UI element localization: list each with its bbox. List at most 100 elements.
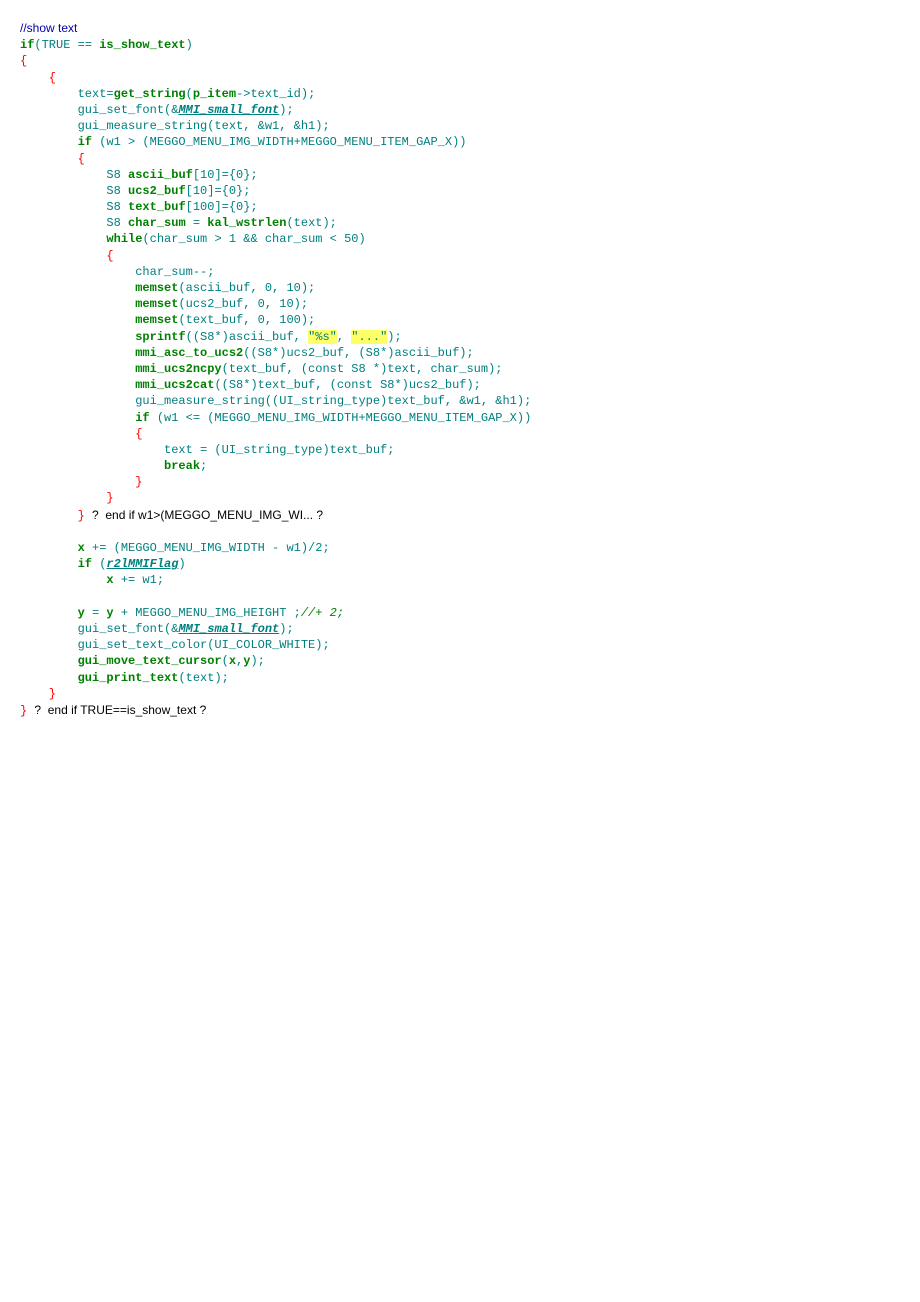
code-text [20,346,135,360]
keyword-if: if [135,411,149,425]
brace: } [20,475,142,489]
code-text: S8 [20,168,128,182]
brace: } [20,491,114,505]
code-text [20,671,78,685]
code-text [20,313,135,327]
code-text: (text_buf, (const S8 *)text, char_sum); [222,362,503,376]
code-text: gui_set_text_color(UI_COLOR_WHITE); [20,638,330,652]
code-text: (w1 <= (MEGGO_MENU_IMG_WIDTH+MEGGO_MENU_… [150,411,532,425]
fold-marker: ? end if TRUE==is_show_text ? [34,703,206,717]
brace: { [20,54,27,68]
var-decl: char_sum [128,216,186,230]
code-text: (char_sum > 1 && char_sum < 50) [142,232,365,246]
identifier: x [106,573,113,587]
func-call: memset [135,297,178,311]
code-text [20,362,135,376]
code-text: text = (UI_string_type)text_buf; [20,443,394,457]
var-decl: ucs2_buf [128,184,186,198]
code-text: [100]={0}; [186,200,258,214]
code-text [20,135,78,149]
macro: MMI_small_font [178,103,279,117]
code-text: gui_measure_string((UI_string_type)text_… [20,394,531,408]
code-text: gui_measure_string(text, &w1, &h1); [20,119,330,133]
brace: { [20,427,142,441]
keyword-if: if [78,135,92,149]
code-text [20,541,78,555]
keyword-if: if [78,557,92,571]
string-literal: "..." [351,330,387,344]
code-text: += w1; [114,573,164,587]
brace: } [20,704,34,718]
code-text: (TRUE == [34,38,99,52]
brace: { [20,152,85,166]
code-text [20,557,78,571]
identifier: x [78,541,85,555]
code-text [20,330,135,344]
code-text: gui_set_font(& [20,622,178,636]
comment: //show text [20,21,77,35]
code-text: (text_buf, 0, 100); [178,313,315,327]
string-literal: "%s" [308,330,337,344]
code-text: (text); [286,216,336,230]
code-text [20,654,78,668]
var-decl: text_buf [128,200,186,214]
func-call: get_string [114,87,186,101]
code-text: ); [279,103,293,117]
code-text: ((S8*)ucs2_buf, (S8*)ascii_buf); [243,346,473,360]
macro: r2lMMIFlag [106,557,178,571]
func-call: memset [135,313,178,327]
code-text: ); [387,330,401,344]
fold-marker: ? end if w1>(MEGGO_MENU_IMG_WI... ? [92,508,323,522]
code-text: S8 [20,200,128,214]
macro: MMI_small_font [178,622,279,636]
code-text: + MEGGO_MENU_IMG_HEIGHT ; [114,606,301,620]
keyword-break: break [164,459,200,473]
code-text: gui_set_font(& [20,103,178,117]
code-text: [10]={0}; [193,168,258,182]
code-text [20,281,135,295]
code-text: ( [186,87,193,101]
func-call: mmi_ucs2ncpy [135,362,221,376]
keyword-if: if [20,38,34,52]
code-text: ); [279,622,293,636]
func-call: gui_move_text_cursor [78,654,222,668]
code-text [20,378,135,392]
code-text: = [85,606,107,620]
code-text: ); [250,654,264,668]
code-text: text= [20,87,114,101]
code-text: [10]={0}; [186,184,251,198]
code-text: ((S8*)text_buf, (const S8*)ucs2_buf); [214,378,480,392]
identifier: x [229,654,236,668]
func-call: sprintf [135,330,185,344]
code-text [20,232,106,246]
code-text: char_sum--; [20,265,214,279]
identifier: y [78,606,85,620]
code-text: (ucs2_buf, 0, 10); [178,297,308,311]
identifier: is_show_text [99,38,185,52]
code-text: S8 [20,216,128,230]
code-text: , [337,330,351,344]
identifier: y [106,606,113,620]
code-text: += (MEGGO_MENU_IMG_WIDTH - w1)/2; [85,541,330,555]
code-text: ; [200,459,207,473]
code-text [20,411,135,425]
brace: } [20,687,56,701]
code-text [20,606,78,620]
code-text: ( [222,654,229,668]
keyword-while: while [106,232,142,246]
code-text [20,297,135,311]
brace: } [20,509,92,523]
code-text: ) [186,38,193,52]
code-text: (text); [178,671,228,685]
code-text: ->text_id); [236,87,315,101]
func-call: mmi_asc_to_ucs2 [135,346,243,360]
comment: //+ 2; [301,606,344,620]
code-text [20,459,164,473]
brace: { [20,249,114,263]
func-call: memset [135,281,178,295]
func-call: mmi_ucs2cat [135,378,214,392]
var-decl: ascii_buf [128,168,193,182]
code-text: (ascii_buf, 0, 10); [178,281,315,295]
code-text: = [186,216,208,230]
func-call: gui_print_text [78,671,179,685]
